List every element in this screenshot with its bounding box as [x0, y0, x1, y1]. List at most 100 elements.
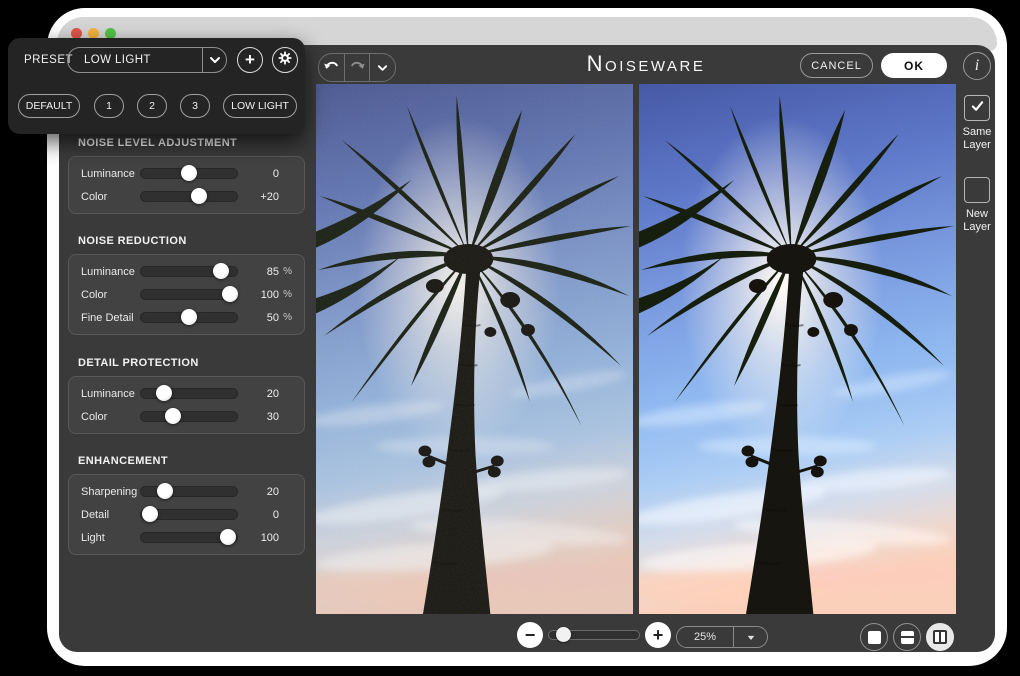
redo-button[interactable] — [344, 54, 370, 81]
slider-unit: % — [279, 266, 292, 277]
slider-thumb[interactable] — [156, 385, 172, 401]
preset-button-3[interactable]: 3 — [180, 94, 210, 118]
undo-button[interactable] — [319, 54, 344, 81]
slider-thumb[interactable] — [181, 309, 197, 325]
history-menu-button[interactable] — [369, 54, 395, 81]
slider-label: Fine Detail — [81, 312, 140, 324]
preview-after-image[interactable] — [639, 84, 956, 614]
section-title: NOISE LEVEL ADJUSTMENT — [78, 137, 314, 149]
redo-icon — [349, 58, 366, 77]
same-layer-label: Same Layer — [957, 126, 997, 152]
slider-thumb[interactable] — [222, 286, 238, 302]
slider-label: Light — [81, 532, 140, 544]
section-enhancement: ENHANCEMENT Sharpening 20 Detail 0 — [59, 455, 314, 555]
slider-row-color: Color 100 % — [69, 283, 304, 306]
add-preset-button[interactable]: + — [237, 47, 263, 73]
slider-value: 100 — [238, 289, 279, 301]
minus-icon: − — [525, 625, 536, 646]
luminance-adjust-slider[interactable] — [140, 168, 238, 179]
slider-thumb[interactable] — [220, 529, 236, 545]
preset-button-1[interactable]: 1 — [94, 94, 124, 118]
slider-thumb[interactable] — [165, 408, 181, 424]
plugin-content: Noiseware CANCEL OK i Same Layer New Lay… — [59, 45, 995, 652]
detail-slider[interactable] — [140, 509, 238, 520]
zoom-slider-thumb[interactable] — [556, 627, 571, 642]
light-slider[interactable] — [140, 532, 238, 543]
slider-label: Luminance — [81, 168, 140, 180]
slider-group: Luminance 20 Color 30 — [68, 376, 305, 434]
slider-label: Color — [81, 411, 140, 423]
checkmark-icon — [971, 99, 984, 117]
ok-button[interactable]: OK — [881, 53, 947, 78]
layer-output-rail: Same Layer New Layer — [957, 95, 997, 234]
zoom-in-button[interactable]: + — [645, 622, 671, 648]
zoom-level-value: 25% — [677, 631, 733, 643]
slider-thumb[interactable] — [157, 483, 173, 499]
slider-label: Color — [81, 289, 140, 301]
section-detail-protection: DETAIL PROTECTION Luminance 20 Color 30 — [59, 357, 314, 434]
slider-value: 85 — [238, 266, 279, 278]
preset-dropdown-value: LOW LIGHT — [68, 54, 202, 66]
undo-icon — [323, 58, 340, 77]
new-layer-label: New Layer — [957, 208, 997, 234]
preset-panel: PRESET LOW LIGHT + — [8, 38, 305, 134]
color-reduction-slider[interactable] — [140, 289, 238, 300]
slider-row-fine-detail: Fine Detail 50 % — [69, 306, 304, 329]
new-layer-checkbox[interactable] — [964, 177, 990, 203]
sharpening-slider[interactable] — [140, 486, 238, 497]
cancel-button[interactable]: CANCEL — [800, 53, 873, 78]
plus-icon: + — [245, 50, 255, 70]
view-split-vertical-icon — [933, 630, 947, 644]
slider-value: 20 — [238, 388, 279, 400]
preset-button-2[interactable]: 2 — [137, 94, 167, 118]
preview-zoom-slider[interactable] — [548, 630, 640, 640]
preset-label: PRESET — [24, 54, 73, 66]
section-noise-level-adjustment: NOISE LEVEL ADJUSTMENT Luminance 0 Color… — [59, 137, 314, 214]
app-title: Noiseware — [546, 51, 746, 77]
slider-thumb[interactable] — [142, 506, 158, 522]
slider-thumb[interactable] — [181, 165, 197, 181]
slider-row-light: Light 100 — [69, 526, 304, 549]
fine-detail-slider[interactable] — [140, 312, 238, 323]
info-button[interactable]: i — [963, 52, 991, 80]
preset-dropdown[interactable]: LOW LIGHT — [67, 47, 227, 73]
slider-unit: % — [279, 312, 292, 323]
color-adjust-slider[interactable] — [140, 191, 238, 202]
slider-thumb[interactable] — [191, 188, 207, 204]
slider-label: Color — [81, 191, 140, 203]
section-title: DETAIL PROTECTION — [78, 357, 314, 369]
slider-value: 0 — [238, 509, 279, 521]
chevron-down-icon — [733, 627, 767, 647]
history-controls — [318, 53, 396, 82]
info-icon: i — [975, 57, 979, 75]
slider-value: 0 — [238, 168, 279, 180]
preset-settings-button[interactable] — [272, 47, 298, 73]
preset-button-low-light[interactable]: LOW LIGHT — [223, 94, 297, 118]
slider-thumb[interactable] — [213, 263, 229, 279]
slider-value: 30 — [238, 411, 279, 423]
zoom-level-dropdown[interactable]: 25% — [676, 626, 768, 648]
view-split-horizontal-button[interactable] — [893, 623, 921, 651]
slider-group: Sharpening 20 Detail 0 Light — [68, 474, 305, 555]
gear-icon — [278, 51, 292, 70]
chevron-down-icon — [377, 59, 388, 77]
slider-row-luminance: Luminance 0 — [69, 162, 304, 185]
slider-row-detail: Detail 0 — [69, 503, 304, 526]
same-layer-checkbox[interactable] — [964, 95, 990, 121]
view-single-button[interactable] — [860, 623, 888, 651]
view-single-icon — [868, 631, 881, 644]
luminance-reduction-slider[interactable] — [140, 266, 238, 277]
slider-label: Luminance — [81, 266, 140, 278]
view-split-horizontal-icon — [901, 631, 914, 644]
preview-before-image[interactable] — [316, 84, 633, 614]
zoom-out-button[interactable]: − — [517, 622, 543, 648]
slider-label: Luminance — [81, 388, 140, 400]
slider-value: 50 — [238, 312, 279, 324]
section-title: ENHANCEMENT — [78, 455, 314, 467]
slider-unit: % — [279, 289, 292, 300]
luminance-protection-slider[interactable] — [140, 388, 238, 399]
preset-button-default[interactable]: DEFAULT — [18, 94, 80, 118]
section-noise-reduction: NOISE REDUCTION Luminance 85 % Color 100 — [59, 235, 314, 335]
view-split-vertical-button[interactable] — [926, 623, 954, 651]
color-protection-slider[interactable] — [140, 411, 238, 422]
